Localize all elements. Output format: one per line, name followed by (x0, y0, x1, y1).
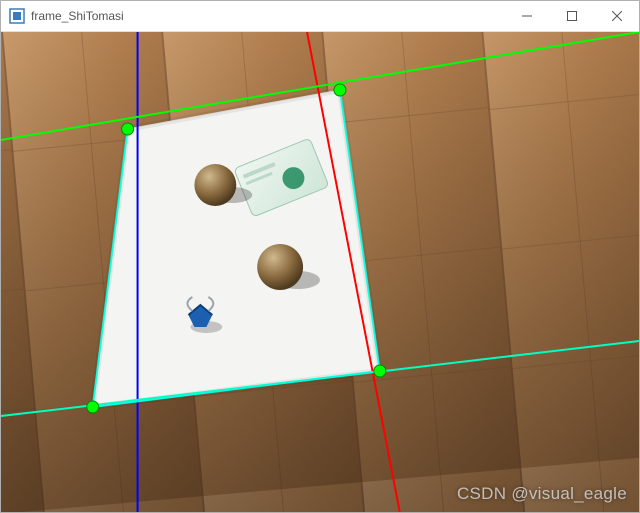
corner-1 (334, 84, 346, 96)
walnut-bottom (257, 244, 303, 290)
walnut-top (194, 164, 236, 206)
corner-2 (374, 365, 386, 377)
image-viewport: CSDN @visual_eagle (1, 32, 639, 512)
corner-0 (122, 123, 134, 135)
titlebar[interactable]: frame_ShiTomasi (1, 1, 639, 32)
close-button[interactable] (594, 1, 639, 31)
window-title: frame_ShiTomasi (31, 9, 504, 23)
window-controls (504, 1, 639, 31)
app-icon (9, 8, 25, 24)
corner-3 (87, 401, 99, 413)
white-paper (93, 90, 380, 407)
minimize-button[interactable] (504, 1, 549, 31)
cv-frame (1, 32, 639, 512)
app-window: frame_ShiTomasi (0, 0, 640, 513)
maximize-button[interactable] (549, 1, 594, 31)
